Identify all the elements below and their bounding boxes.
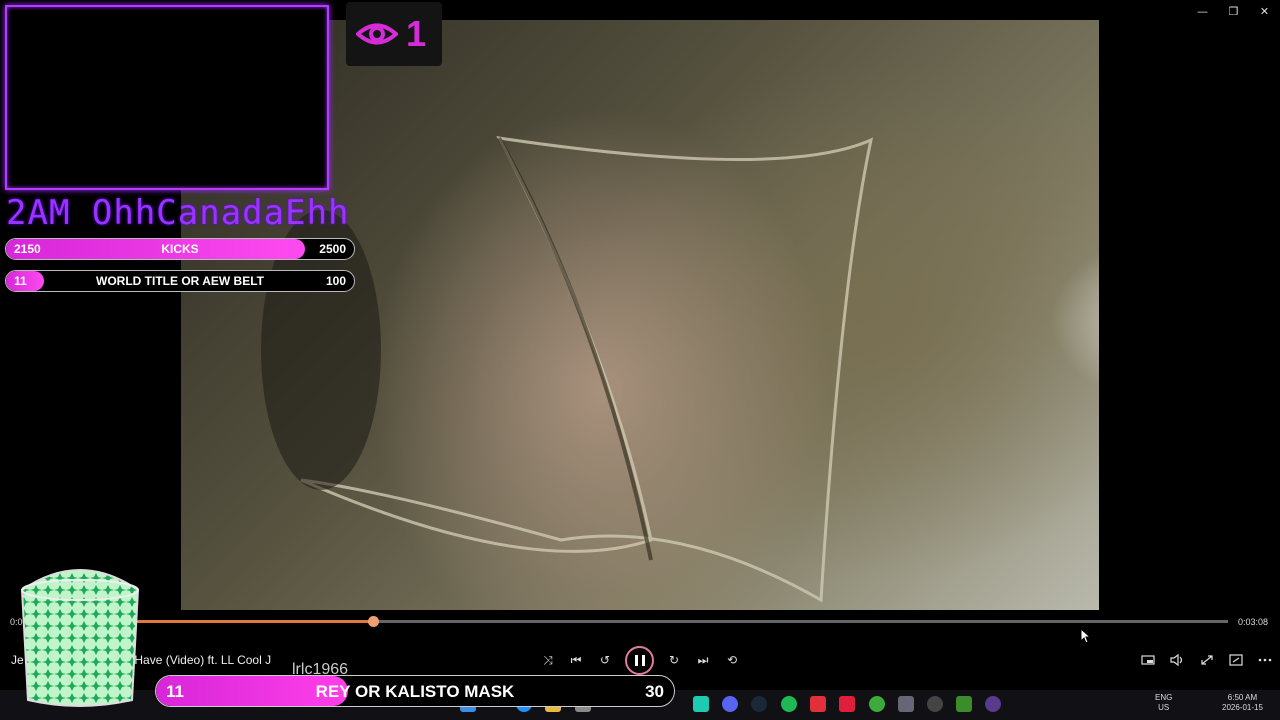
spotify-icon[interactable] bbox=[781, 696, 797, 712]
goal-bar-kicks: 2150 KICKS 2500 bbox=[5, 238, 355, 260]
clock[interactable]: 6:50 AM 2026-01-15 bbox=[1222, 693, 1263, 713]
maximize-button[interactable]: ❐ bbox=[1218, 0, 1249, 22]
discord-icon[interactable] bbox=[722, 696, 738, 712]
window-controls: — ❐ ✕ bbox=[1187, 0, 1280, 22]
opera-icon[interactable] bbox=[839, 696, 855, 712]
song-title-end: Have (Video) ft. LL Cool J bbox=[134, 653, 272, 667]
viewer-count: 1 bbox=[406, 13, 427, 54]
volume-icon[interactable] bbox=[1170, 650, 1184, 670]
clock-time: 6:50 AM bbox=[1227, 693, 1258, 702]
pause-button[interactable] bbox=[625, 646, 654, 675]
repeat-icon[interactable]: ⟲ bbox=[724, 650, 740, 670]
channel-name: 2AM OhhCanadaEhh bbox=[6, 193, 350, 233]
eye-icon bbox=[356, 23, 398, 45]
close-button[interactable]: ✕ bbox=[1249, 0, 1280, 22]
bucket-icon bbox=[20, 569, 140, 707]
goal-label: KICKS bbox=[161, 242, 199, 256]
goal-max: 100 bbox=[325, 274, 346, 288]
rewind-icon[interactable]: ↺ bbox=[597, 650, 613, 670]
region-code: US bbox=[1158, 703, 1170, 712]
seek-bar[interactable] bbox=[24, 616, 1228, 627]
more-icon[interactable] bbox=[1258, 650, 1272, 670]
clock-date: 2026-01-15 bbox=[1222, 703, 1263, 712]
minecraft-icon[interactable] bbox=[956, 696, 972, 712]
previous-icon[interactable]: ⏮ bbox=[568, 650, 584, 670]
next-icon[interactable]: ⏭ bbox=[695, 650, 711, 670]
language-code: ENG bbox=[1155, 693, 1173, 702]
minimize-button[interactable]: — bbox=[1187, 0, 1218, 22]
media-player-icon[interactable] bbox=[985, 696, 1001, 712]
game-launcher-icon[interactable] bbox=[810, 696, 826, 712]
cast-icon[interactable] bbox=[1229, 650, 1243, 670]
chat-app-icon[interactable] bbox=[869, 696, 885, 712]
shuffle-icon[interactable]: ⤨ bbox=[540, 650, 556, 670]
forward-icon[interactable]: ↻ bbox=[666, 650, 682, 670]
language-indicator[interactable]: ENG US bbox=[1155, 693, 1172, 713]
viewer-count-widget: 1 bbox=[346, 2, 442, 66]
duration-time: 0:03:08 bbox=[1237, 617, 1268, 627]
steam-icon[interactable] bbox=[751, 696, 767, 712]
miniplayer-icon[interactable] bbox=[1141, 650, 1155, 670]
goal-label: WORLD TITLE OR AEW BELT bbox=[96, 274, 264, 288]
seek-handle[interactable] bbox=[368, 616, 380, 627]
goal-bar-title: 11 WORLD TITLE OR AEW BELT 100 bbox=[5, 270, 355, 292]
app-icon[interactable] bbox=[693, 696, 709, 712]
fullscreen-icon[interactable] bbox=[1200, 650, 1214, 670]
goal-max: 30 bbox=[645, 682, 664, 701]
mouse-cursor-icon bbox=[1080, 628, 1090, 644]
webcam-frame bbox=[5, 5, 329, 190]
goal-label: REY OR KALISTO MASK bbox=[315, 682, 515, 701]
goal-max: 2500 bbox=[319, 242, 346, 256]
obs-icon[interactable] bbox=[927, 696, 943, 712]
app-icon[interactable] bbox=[898, 696, 914, 712]
bottom-goal-bar: 11 REY OR KALISTO MASK 30 bbox=[155, 675, 675, 707]
